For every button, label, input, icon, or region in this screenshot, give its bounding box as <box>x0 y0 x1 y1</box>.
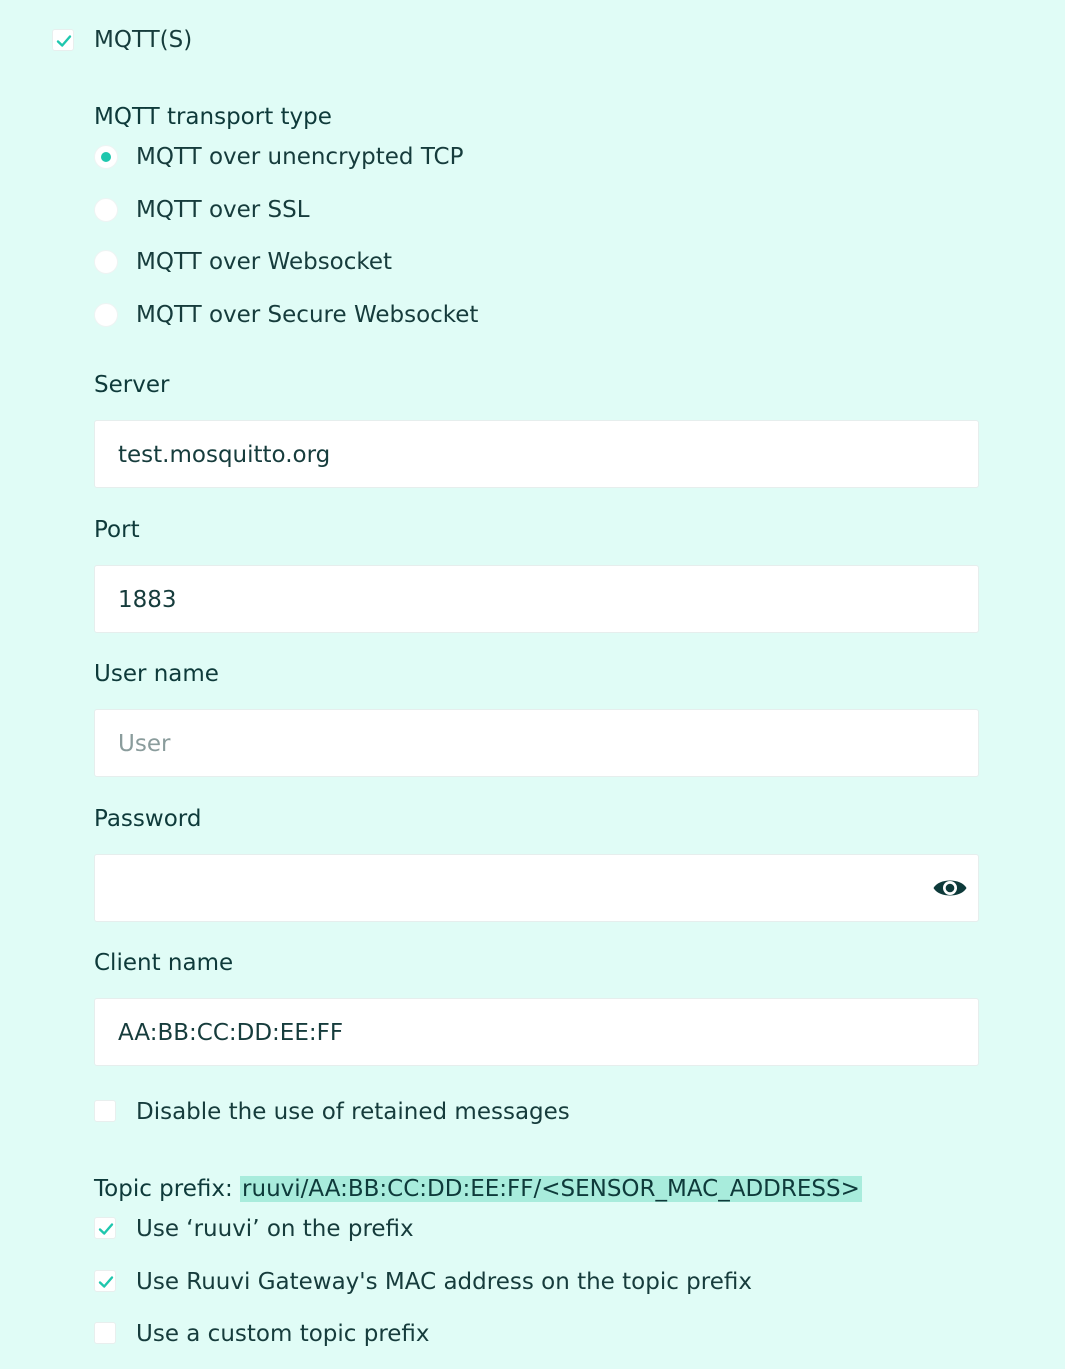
use-gateway-mac-label[interactable]: Use Ruuvi Gateway's MAC address on the t… <box>136 1268 752 1296</box>
server-input[interactable]: test.mosquitto.org <box>94 420 979 488</box>
client-name-value: AA:BB:CC:DD:EE:FF <box>118 1020 344 1046</box>
topic-prefix-line: Topic prefix: ruuvi/AA:BB:CC:DD:EE:FF/<S… <box>94 1175 862 1203</box>
username-input[interactable]: User <box>94 709 979 777</box>
checkmark-icon <box>98 1276 114 1288</box>
disable-retained-checkbox[interactable] <box>94 1100 116 1122</box>
username-label: User name <box>94 661 219 687</box>
checkmark-icon <box>98 1223 114 1235</box>
client-name-input[interactable]: AA:BB:CC:DD:EE:FF <box>94 998 979 1066</box>
checkmark-icon <box>56 35 72 47</box>
use-custom-prefix-checkbox[interactable] <box>94 1322 116 1344</box>
radio-tcp[interactable] <box>94 145 118 169</box>
server-label: Server <box>94 372 170 398</box>
use-ruuvi-prefix-label[interactable]: Use ‘ruuvi’ on the prefix <box>136 1215 414 1243</box>
use-custom-prefix-label[interactable]: Use a custom topic prefix <box>136 1320 430 1348</box>
topic-prefix-label: Topic prefix: <box>94 1176 241 1202</box>
port-input-value: 1883 <box>118 587 177 613</box>
client-name-label: Client name <box>94 950 234 976</box>
transport-type-heading: MQTT transport type <box>94 104 332 130</box>
radio-secure-websocket[interactable] <box>94 303 118 327</box>
topic-prefix-value: ruuvi/AA:BB:CC:DD:EE:FF/<SENSOR_MAC_ADDR… <box>240 1176 862 1202</box>
password-input[interactable] <box>94 854 979 922</box>
port-label: Port <box>94 517 140 543</box>
mqtt-enable-label: MQTT(S) <box>94 27 193 53</box>
use-ruuvi-prefix-checkbox[interactable] <box>94 1217 116 1239</box>
eye-icon[interactable] <box>932 873 968 903</box>
password-label: Password <box>94 806 202 832</box>
disable-retained-label[interactable]: Disable the use of retained messages <box>136 1098 570 1126</box>
server-input-value: test.mosquitto.org <box>118 442 331 468</box>
radio-tcp-label[interactable]: MQTT over unencrypted TCP <box>136 143 463 171</box>
radio-websocket-label[interactable]: MQTT over Websocket <box>136 248 392 276</box>
username-placeholder: User <box>118 731 171 757</box>
radio-websocket[interactable] <box>94 250 118 274</box>
mqtt-enable-checkbox[interactable] <box>52 29 74 51</box>
radio-secure-websocket-label[interactable]: MQTT over Secure Websocket <box>136 301 478 329</box>
radio-ssl-label[interactable]: MQTT over SSL <box>136 196 310 224</box>
use-gateway-mac-checkbox[interactable] <box>94 1270 116 1292</box>
port-input[interactable]: 1883 <box>94 565 979 633</box>
radio-ssl[interactable] <box>94 198 118 222</box>
radio-selected-dot <box>101 152 111 162</box>
